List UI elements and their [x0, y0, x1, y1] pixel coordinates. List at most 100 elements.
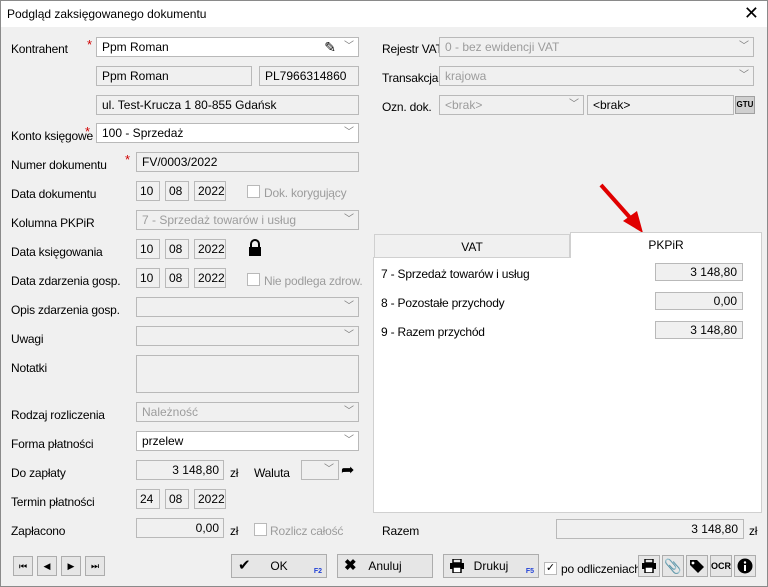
- ozn-dok-select[interactable]: <brak> ﹀: [439, 95, 584, 115]
- nie-podlega-label: Nie podlega zdrow.: [264, 274, 363, 288]
- rozlicz-calosc-label: Rozlicz całość: [270, 524, 344, 538]
- po-odliczeniach-label: po odliczeniach: [561, 562, 641, 576]
- konto-select[interactable]: 100 - Sprzedaż ﹀: [96, 123, 359, 143]
- next-record-button[interactable]: ▶: [61, 556, 81, 576]
- gtu-button[interactable]: GTU: [735, 96, 755, 114]
- checkmark-icon: ✔: [238, 557, 251, 574]
- date-year: 2022: [194, 239, 226, 259]
- ozn-dok-field: <brak>: [587, 95, 734, 115]
- tab-pkpir[interactable]: PKPiR: [570, 232, 762, 258]
- rozlicz-calosc-checkbox[interactable]: [254, 523, 267, 536]
- pkpir-panel: 7 - Sprzedaż towarów i usług 3 148,80 8 …: [373, 257, 762, 513]
- nie-podlega-checkbox[interactable]: [247, 273, 260, 286]
- pkpir-row-label: 9 - Razem przychód: [381, 325, 485, 339]
- razem-label: Razem: [382, 524, 420, 538]
- required-marker: *: [125, 152, 131, 167]
- opis-select[interactable]: ﹀: [136, 297, 359, 317]
- chevron-down-icon: ﹀: [569, 99, 579, 110]
- date-year: 2022: [194, 268, 226, 288]
- notatki-label: Notatki: [11, 361, 47, 375]
- date-month: 08: [165, 489, 189, 509]
- kontrahent-address-field: ul. Test-Krucza 1 80-855 Gdańsk: [96, 95, 359, 115]
- required-marker: *: [85, 124, 91, 139]
- po-odliczeniach-checkbox[interactable]: ✓: [544, 562, 557, 575]
- transakcja-label: Transakcja: [382, 71, 439, 85]
- rodzaj-select[interactable]: Należność ﹀: [136, 402, 359, 422]
- kontrahent-nip-field: PL7966314860: [259, 66, 359, 86]
- title-bar: Podgląd zaksięgowanego dokumentu ✕: [1, 1, 767, 27]
- date-month: 08: [165, 181, 189, 201]
- kontrahent-name-field: Ppm Roman: [96, 66, 252, 86]
- date-day: 10: [136, 268, 160, 288]
- attachment-button[interactable]: 📎: [662, 555, 684, 577]
- date-year: 2022: [194, 181, 226, 201]
- chevron-down-icon: ﹀: [344, 301, 354, 312]
- date-month: 08: [165, 239, 189, 259]
- date-day: 10: [136, 239, 160, 259]
- last-record-button[interactable]: ⏭: [85, 556, 105, 576]
- cancel-button[interactable]: ✖ Anuluj: [337, 554, 433, 578]
- share-arrow-icon[interactable]: ➦: [341, 460, 354, 480]
- prev-record-button[interactable]: ◀: [37, 556, 57, 576]
- kontrahent-label: Kontrahent: [11, 42, 68, 56]
- konto-label: Konto księgowe: [11, 129, 93, 143]
- zaplacono-field: 0,00: [136, 518, 224, 538]
- required-marker: *: [87, 37, 93, 52]
- forma-label: Forma płatności: [11, 437, 94, 451]
- uwagi-label: Uwagi: [11, 332, 44, 346]
- data-zdarzenia-label: Data zdarzenia gosp.: [11, 274, 121, 288]
- pkpir-row-value: 3 148,80: [655, 321, 743, 339]
- rejestr-vat-label: Rejestr VAT: [382, 42, 443, 56]
- date-day: 10: [136, 181, 160, 201]
- ok-button[interactable]: ✔ OK F2: [231, 554, 327, 578]
- do-zaplaty-label: Do zapłaty: [11, 466, 66, 480]
- chevron-down-icon: ﹀: [344, 435, 354, 446]
- kontrahent-select[interactable]: Ppm Roman ✎ ﹀: [96, 37, 359, 57]
- chevron-down-icon: ﹀: [344, 41, 354, 52]
- chevron-down-icon: ﹀: [344, 214, 354, 225]
- chevron-down-icon: ﹀: [739, 70, 749, 81]
- pkpir-row-value: 0,00: [655, 292, 743, 310]
- data-ksiegowania-label: Data księgowania: [11, 245, 103, 259]
- ocr-button[interactable]: OCR: [710, 555, 732, 577]
- currency-label: zł: [230, 466, 239, 480]
- cross-icon: ✖: [344, 557, 357, 574]
- rodzaj-label: Rodzaj rozliczenia: [11, 408, 105, 422]
- pkpir-row-label: 7 - Sprzedaż towarów i usług: [381, 267, 530, 281]
- edit-pencil-icon[interactable]: ✎: [324, 38, 336, 56]
- dialog-window: Podgląd zaksięgowanego dokumentu ✕ Kontr…: [0, 0, 768, 587]
- rejestr-vat-select[interactable]: 0 - bez ewidencji VAT ﹀: [439, 37, 754, 57]
- first-record-button[interactable]: ⏮: [13, 556, 33, 576]
- paperclip-icon: 📎: [664, 558, 682, 574]
- kolumna-pkpir-select[interactable]: 7 - Sprzedaż towarów i usług ﹀: [136, 210, 359, 230]
- print-icon-button[interactable]: [638, 555, 660, 577]
- printer-icon: [642, 558, 656, 574]
- tab-vat[interactable]: VAT: [374, 234, 570, 258]
- info-button[interactable]: [734, 555, 756, 577]
- chevron-down-icon: ﹀: [324, 464, 334, 475]
- waluta-label: Waluta: [254, 466, 290, 480]
- numer-dokumentu-field: FV/0003/2022: [136, 152, 359, 172]
- close-icon[interactable]: ✕: [744, 3, 759, 23]
- info-icon: [737, 558, 753, 574]
- currency-label: zł: [749, 524, 758, 538]
- print-button[interactable]: Drukuj F5: [443, 554, 539, 578]
- pkpir-row-label: 8 - Pozostałe przychody: [381, 296, 505, 310]
- kolumna-pkpir-label: Kolumna PKPiR: [11, 216, 95, 230]
- forma-platnosci-select[interactable]: przelew ﹀: [136, 431, 359, 451]
- date-day: 24: [136, 489, 160, 509]
- dok-korygujacy-checkbox[interactable]: [247, 185, 260, 198]
- ozn-dok-label: Ozn. dok.: [382, 100, 432, 114]
- waluta-select[interactable]: ﹀: [301, 460, 339, 480]
- dok-korygujacy-label: Dok. korygujący: [264, 186, 347, 200]
- window-title: Podgląd zaksięgowanego dokumentu: [7, 7, 207, 21]
- notatki-textarea[interactable]: [136, 355, 359, 393]
- date-year: 2022: [194, 489, 226, 509]
- do-zaplaty-field: 3 148,80: [136, 460, 224, 480]
- lock-icon: [249, 239, 261, 256]
- uwagi-select[interactable]: ﹀: [136, 326, 359, 346]
- tags-button[interactable]: [686, 555, 708, 577]
- currency-label: zł: [230, 524, 239, 538]
- chevron-down-icon: ﹀: [344, 127, 354, 138]
- transakcja-select[interactable]: krajowa ﹀: [439, 66, 754, 86]
